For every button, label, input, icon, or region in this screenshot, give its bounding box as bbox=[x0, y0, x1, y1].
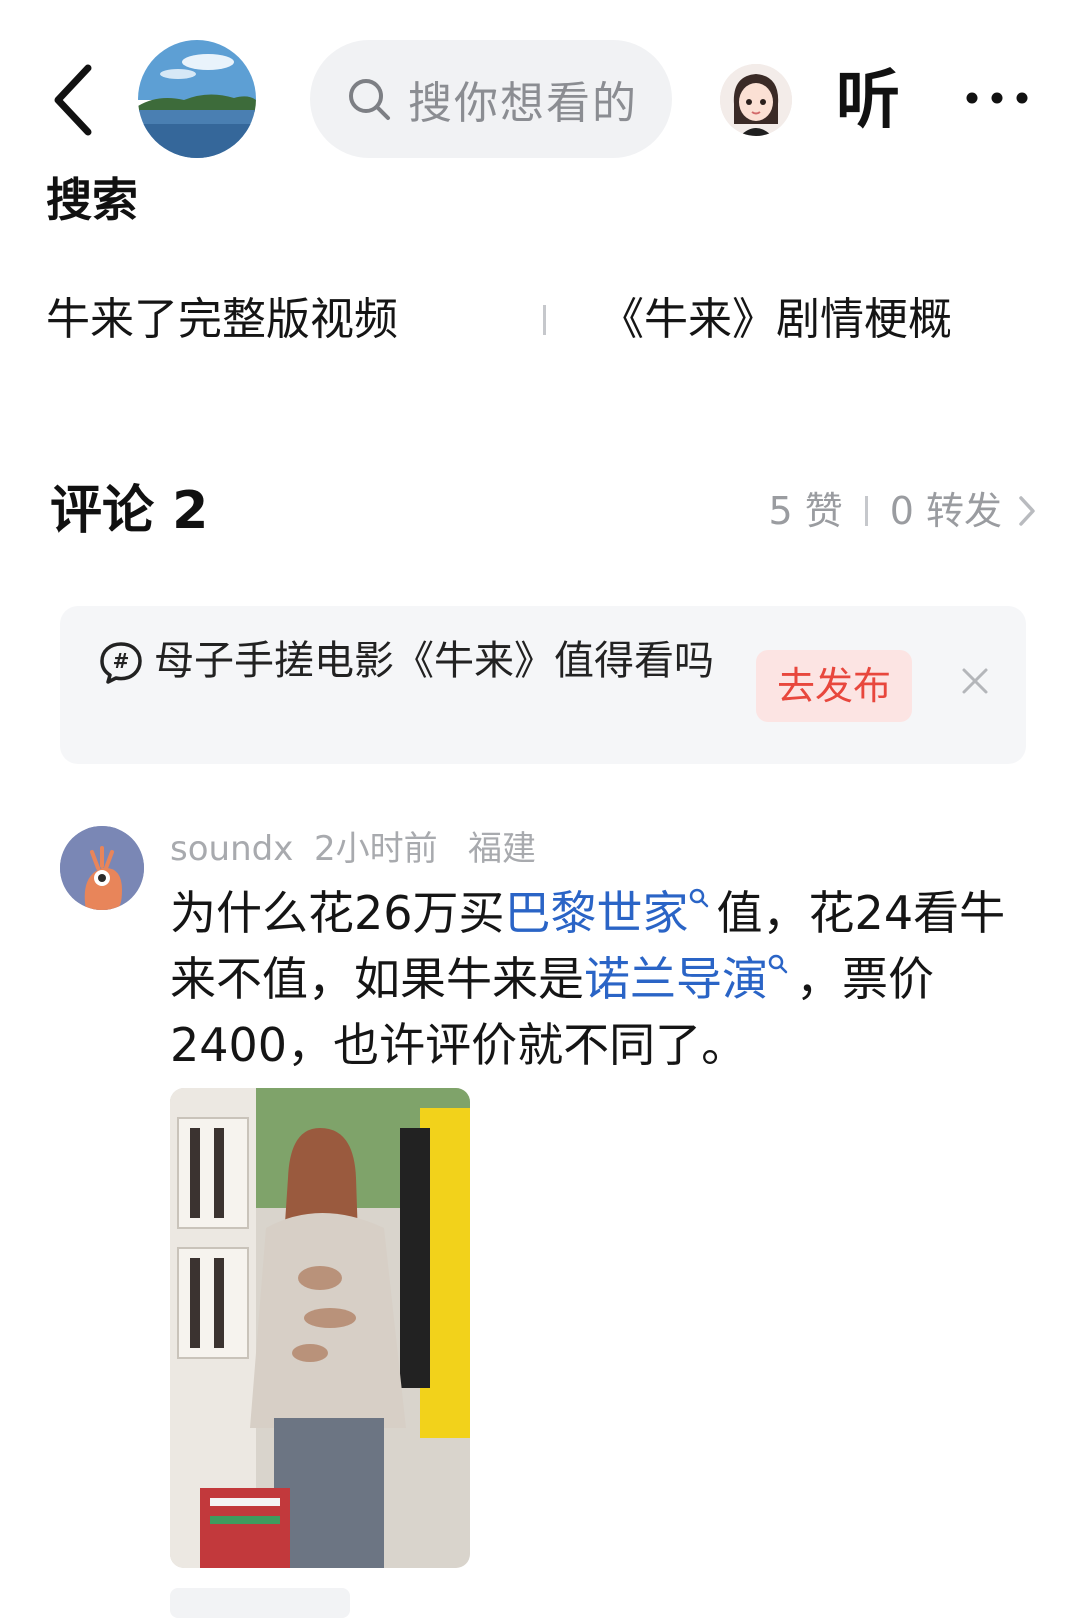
search-input[interactable]: 搜你想看的 bbox=[310, 40, 672, 158]
search-icon bbox=[349, 79, 390, 120]
girl-avatar-icon bbox=[720, 64, 792, 136]
search-link-label: 巴黎世家 bbox=[504, 886, 689, 940]
comment-text: 为什么花26万买 bbox=[170, 886, 505, 940]
comments-title: 评论 2 bbox=[50, 481, 209, 541]
search-link[interactable]: 诺兰导演 bbox=[584, 952, 796, 1006]
photo-thumbnail bbox=[170, 1088, 470, 1568]
comment-location: 福建 bbox=[468, 829, 536, 869]
more-horizontal-icon bbox=[966, 92, 1028, 104]
related-search-item[interactable]: 牛来了完整版视频 bbox=[46, 290, 398, 350]
comment-body: 为什么花26万买巴黎世家 值，花24看牛来不值，如果牛来是诺兰导演 ，票价2400，… bbox=[170, 880, 1020, 1078]
comment-image[interactable] bbox=[170, 1088, 470, 1568]
shrimp-avatar-icon bbox=[60, 826, 144, 910]
close-icon[interactable] bbox=[960, 666, 990, 696]
more-button[interactable] bbox=[962, 84, 1032, 112]
post-stats[interactable]: 5 赞 0 转发 bbox=[768, 484, 1038, 538]
listen-button[interactable]: 听 bbox=[836, 64, 900, 138]
comment-footer-placeholder bbox=[170, 1588, 350, 1618]
chevron-left-icon bbox=[54, 64, 92, 136]
search-link[interactable]: 巴黎世家 bbox=[505, 886, 717, 940]
likes-count: 5 赞 bbox=[768, 489, 843, 533]
ai-assistant-avatar[interactable] bbox=[720, 64, 792, 136]
publish-button[interactable]: 去发布 bbox=[756, 650, 912, 722]
reposts-count: 0 转发 bbox=[889, 489, 1002, 533]
search-link-label: 诺兰导演 bbox=[584, 952, 768, 1006]
search-icon bbox=[768, 954, 788, 974]
related-search-item[interactable]: 《牛来》剧情梗概 bbox=[600, 290, 952, 350]
topic-text[interactable]: 母子手搓电影《牛来》值得看吗 bbox=[98, 634, 718, 688]
search-placeholder: 搜你想看的 bbox=[408, 78, 638, 129]
related-search-divider bbox=[543, 305, 546, 335]
account-avatar[interactable] bbox=[138, 40, 256, 158]
stats-divider bbox=[864, 496, 868, 526]
commenter-avatar[interactable] bbox=[60, 826, 144, 910]
search-icon bbox=[689, 888, 708, 908]
chevron-right-icon bbox=[1019, 496, 1035, 526]
lake-avatar-image bbox=[138, 40, 256, 158]
commenter-name[interactable]: soundx bbox=[170, 826, 293, 872]
back-button[interactable] bbox=[44, 60, 104, 140]
comment-time: 2小时前 bbox=[314, 829, 438, 869]
search-section-heading: 搜索 bbox=[46, 173, 138, 227]
